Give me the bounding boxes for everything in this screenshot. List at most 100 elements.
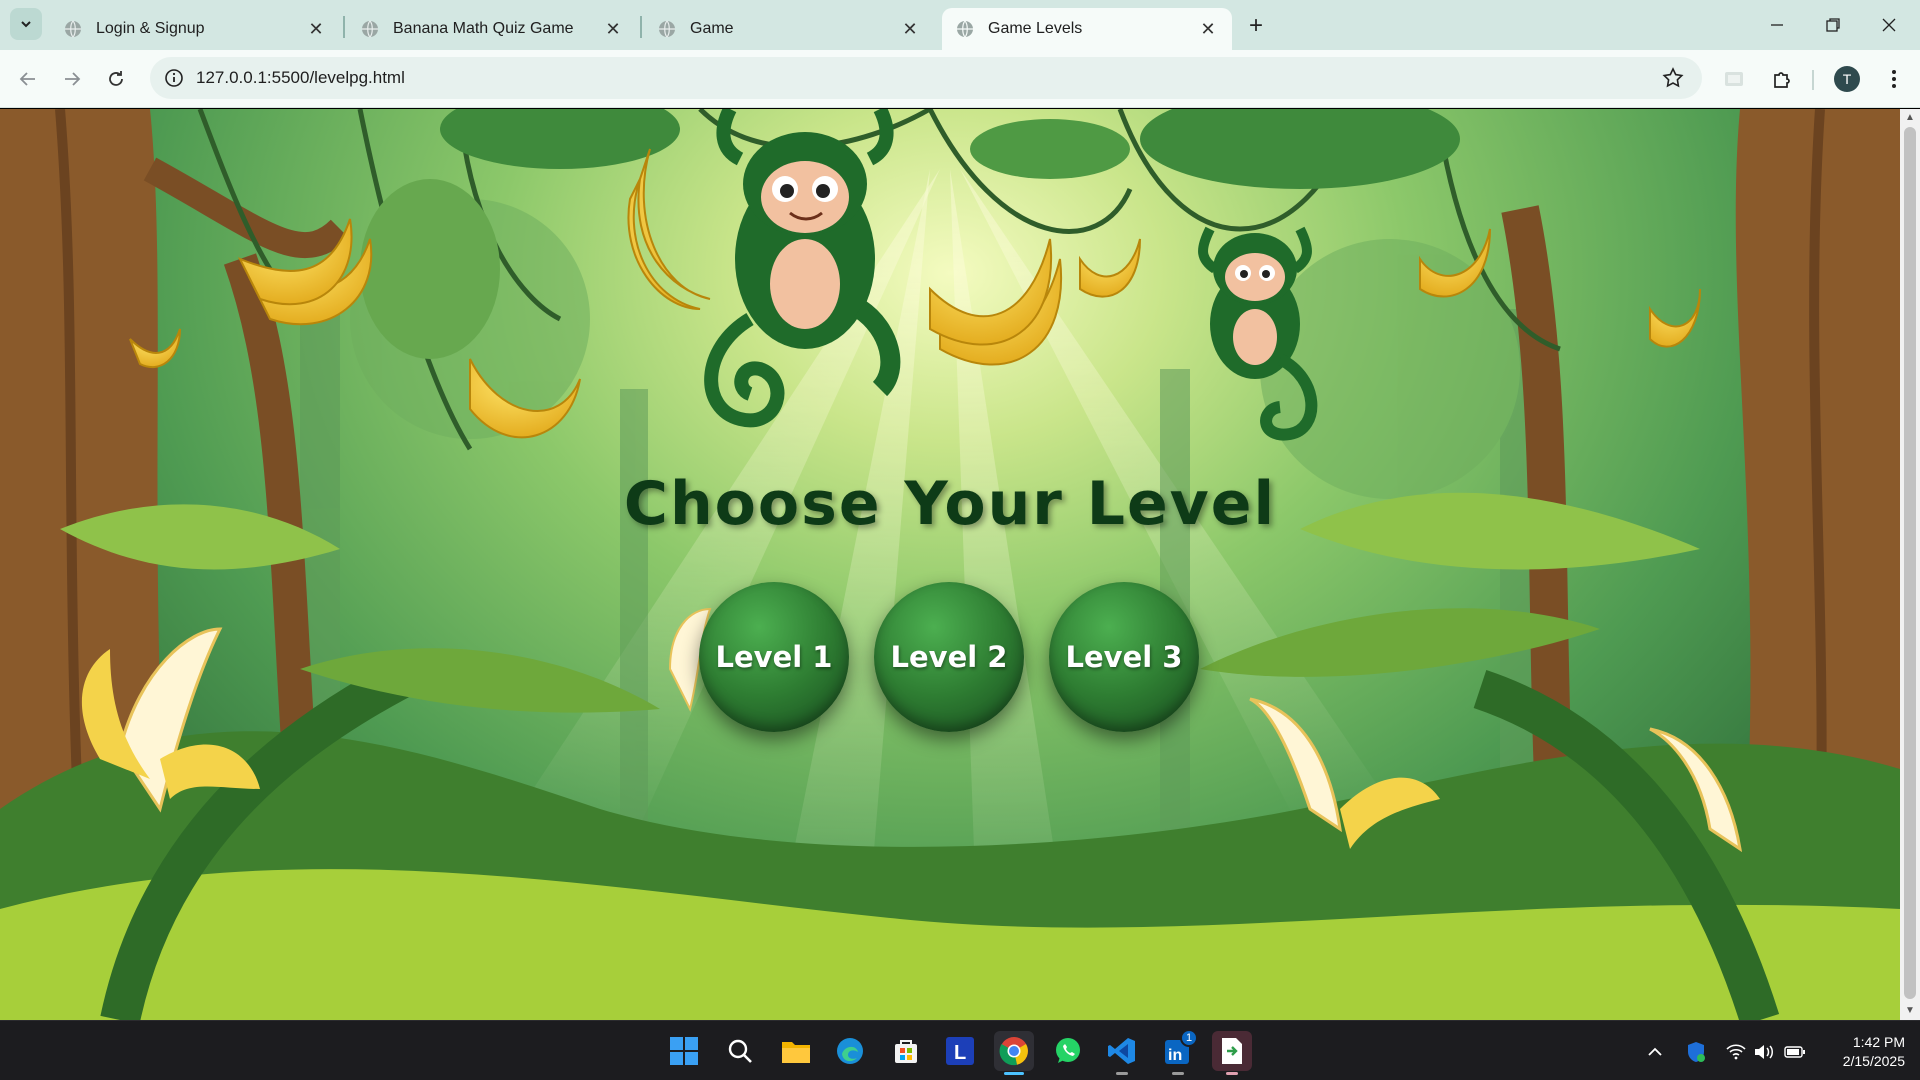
reload-button[interactable] [100,63,132,95]
volume-button[interactable] [1753,1041,1775,1063]
restore-button[interactable] [1806,8,1860,42]
globe-icon [659,20,675,38]
jungle-background [0,109,1900,1020]
minimize-icon [1771,24,1783,26]
tab-separator [640,16,642,38]
close-icon [1882,18,1896,32]
running-indicator [1172,1072,1184,1075]
start-button[interactable] [664,1031,704,1071]
vscode-icon [1108,1038,1135,1064]
tab-search-button[interactable] [10,8,42,40]
running-indicator [1226,1072,1238,1075]
windows-logo-icon [670,1037,698,1065]
tab-game-levels[interactable]: Game Levels ✕ [942,8,1232,50]
search-icon [728,1039,752,1063]
extensions-button[interactable] [1766,63,1798,95]
site-info-icon[interactable] [164,68,184,88]
monkey-left [704,109,901,428]
notification-badge: 1 [1180,1029,1198,1047]
tab-title: Game [690,20,734,37]
url-text[interactable]: 127.0.0.1:5500/levelpg.html [196,68,405,88]
globe-icon [957,20,973,38]
search-button[interactable] [720,1031,760,1071]
level-2-button[interactable]: Level 2 [874,582,1024,732]
running-indicator [1116,1072,1128,1075]
tab-login-signup[interactable]: Login & Signup ✕ [50,8,340,50]
page-viewport: Choose Your Level Level 1 Level 2 Level … [0,109,1900,1020]
scroll-down-arrow-icon[interactable]: ▼ [1904,1005,1916,1017]
battery-icon [1784,1046,1805,1058]
microsoft-store-button[interactable] [886,1031,926,1071]
tab-game[interactable]: Game ✕ [644,8,934,50]
terminal-app-icon [1222,1038,1242,1064]
more-vertical-icon [1892,70,1896,88]
new-tab-button[interactable]: + [1242,12,1270,40]
page-title: Choose Your Level [623,469,1277,539]
linkedin-button[interactable]: in 1 [1158,1029,1198,1075]
toolbar-divider [1812,70,1814,90]
browser-toolbar: 127.0.0.1:5500/levelpg.html T [0,50,1920,108]
tab-banana-math-quiz[interactable]: Banana Math Quiz Game ✕ [347,8,637,50]
tab-title: Banana Math Quiz Game [393,20,574,37]
tab-strip: Login & Signup ✕ Banana Math Quiz Game ✕… [0,0,1920,50]
globe-icon [362,20,378,38]
folder-icon [782,1042,810,1063]
windows-taskbar: L in 1 1:42 PM 2/15/2025 [0,1020,1920,1080]
arrow-left-icon [19,72,35,86]
whatsapp-button[interactable] [1048,1031,1088,1071]
security-tray-button[interactable] [1685,1041,1707,1063]
running-indicator [1004,1072,1024,1075]
battery-button[interactable] [1784,1041,1806,1063]
file-explorer-button[interactable] [776,1031,816,1071]
system-clock[interactable]: 1:42 PM 2/15/2025 [1815,1033,1905,1071]
whatsapp-icon [1056,1038,1080,1063]
scrollbar-thumb[interactable] [1904,127,1916,999]
terminal-app-button[interactable] [1212,1031,1252,1075]
wifi-icon [1726,1044,1746,1060]
close-icon[interactable]: ✕ [603,19,623,39]
browser-menu-button[interactable] [1878,63,1910,95]
chrome-button[interactable] [994,1031,1034,1075]
address-bar[interactable]: 127.0.0.1:5500/levelpg.html [150,57,1702,99]
tab-title: Login & Signup [96,20,205,37]
chrome-icon [999,1037,1028,1066]
level-1-button[interactable]: Level 1 [699,582,849,732]
extension-puzzle-placeholder-icon[interactable] [1718,63,1750,95]
edge-button[interactable] [830,1031,870,1071]
minimize-button[interactable] [1750,8,1804,42]
chevron-down-icon [21,21,31,28]
scroll-up-arrow-icon[interactable]: ▲ [1904,112,1916,124]
forward-button[interactable] [56,63,88,95]
vertical-scrollbar[interactable]: ▲ ▼ [1900,109,1920,1020]
bookmark-star-icon[interactable] [1662,67,1684,89]
clock-date: 2/15/2025 [1842,1053,1905,1069]
svg-text:in: in [1168,1047,1182,1064]
back-button[interactable] [12,63,44,95]
speaker-icon [1755,1045,1773,1059]
edge-icon [837,1038,863,1064]
translate-icon [1725,72,1743,86]
wifi-button[interactable] [1725,1041,1747,1063]
clock-time: 1:42 PM [1852,1034,1905,1050]
l-app-button[interactable]: L [940,1031,980,1071]
tab-title: Game Levels [988,20,1083,37]
restore-icon [1826,18,1840,32]
close-icon[interactable]: ✕ [1198,19,1218,39]
chevron-up-icon [1648,1047,1662,1056]
arrow-right-icon [65,72,81,86]
shield-icon [1688,1042,1705,1062]
tab-separator [343,16,345,38]
profile-avatar[interactable]: T [1834,66,1860,92]
close-icon[interactable]: ✕ [306,19,326,39]
puzzle-icon [1774,72,1790,88]
store-icon [895,1040,917,1063]
globe-icon [65,20,81,38]
vscode-button[interactable] [1102,1031,1142,1075]
level-3-button[interactable]: Level 3 [1049,582,1199,732]
close-icon[interactable]: ✕ [900,19,920,39]
l-app-icon: L [946,1037,974,1065]
svg-text:L: L [954,1042,966,1064]
show-hidden-icons-button[interactable] [1644,1041,1666,1063]
reload-icon [109,71,123,86]
close-window-button[interactable] [1862,8,1916,42]
